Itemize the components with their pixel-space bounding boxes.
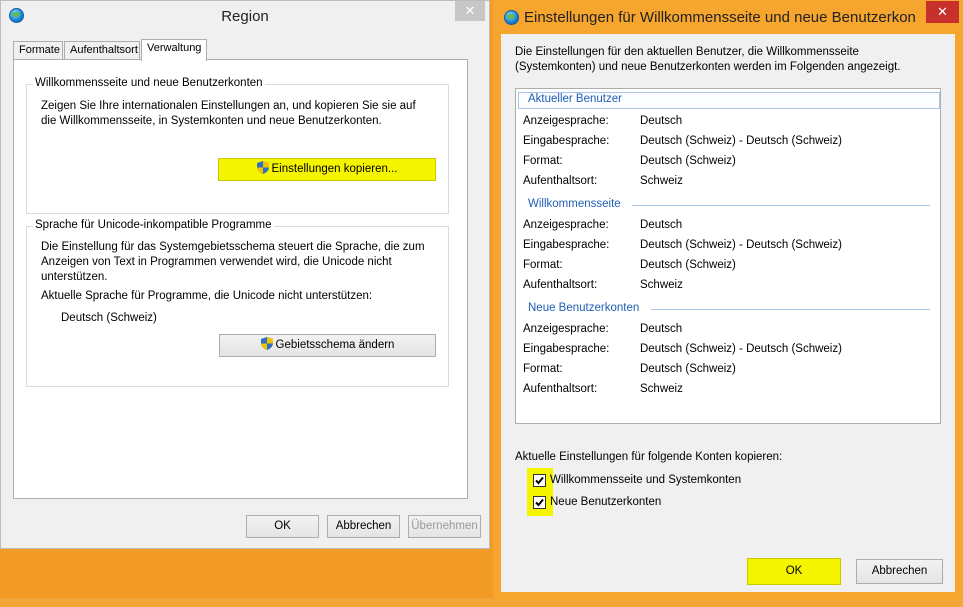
section-divider — [651, 309, 930, 310]
row-label: Format: — [523, 155, 563, 167]
row-label: Anzeigesprache: — [523, 219, 609, 231]
verwaltung-panel: Willkommensseite und neue Benutzerkonten… — [13, 59, 468, 499]
unicode-description-line1: Die Einstellung für das Systemgebietssch… — [41, 241, 425, 253]
dialog-ok-button[interactable]: OK — [747, 558, 841, 585]
row-label: Format: — [523, 259, 563, 271]
apply-button[interactable]: Übernehmen — [408, 515, 481, 538]
uac-shield-icon — [256, 161, 269, 174]
unicode-group: Sprache für Unicode-inkompatible Program… — [26, 219, 449, 387]
checkmark-icon — [535, 498, 544, 507]
row-value: Schweiz — [640, 175, 683, 187]
unicode-description-line2: Anzeigen von Text in Programmen verwende… — [41, 256, 392, 268]
copy-settings-dialog: Einstellungen für Willkommensseite und n… — [493, 0, 963, 600]
tab-verwaltung[interactable]: Verwaltung — [141, 39, 207, 61]
ok-button[interactable]: OK — [246, 515, 319, 538]
current-language-label: Aktuelle Sprache für Programme, die Unic… — [41, 290, 373, 302]
window-title: Region — [221, 8, 269, 25]
row-label: Eingabesprache: — [523, 135, 610, 147]
welcome-description-line2: die Willkommensseite, in Systemkonten un… — [41, 115, 382, 127]
row-value: Deutsch (Schweiz) - Deutsch (Schweiz) — [640, 239, 842, 251]
row-value: Deutsch (Schweiz) — [640, 155, 736, 167]
intro-line2: (Systemkonten) und neue Benutzerkonten w… — [515, 61, 901, 73]
dialog-cancel-button[interactable]: Abbrechen — [856, 559, 943, 584]
copy-to-label: Aktuelle Einstellungen für folgende Kont… — [515, 451, 783, 463]
row-value: Deutsch (Schweiz) - Deutsch (Schweiz) — [640, 135, 842, 147]
new-accounts-checkbox[interactable] — [533, 496, 546, 509]
region-window: Region ✕ Formate Aufenthaltsort Verwaltu… — [0, 0, 490, 549]
intro-line1: Die Einstellungen für den aktuellen Benu… — [515, 46, 859, 58]
settings-summary-box: Aktueller Benutzer Anzeigesprache: Deuts… — [515, 88, 941, 424]
close-icon[interactable]: ✕ — [926, 1, 959, 23]
tab-aufenthaltsort[interactable]: Aufenthaltsort — [64, 41, 140, 60]
row-value: Deutsch (Schweiz) - Deutsch (Schweiz) — [640, 343, 842, 355]
uac-shield-icon — [260, 337, 273, 350]
current-language-value: Deutsch (Schweiz) — [61, 312, 157, 324]
dialog-titlebar[interactable]: Einstellungen für Willkommensseite und n… — [493, 0, 963, 34]
section-heading: Neue Benutzerkonten — [528, 302, 640, 314]
row-label: Aufenthaltsort: — [523, 279, 598, 291]
welcome-group: Willkommensseite und neue Benutzerkonten… — [26, 77, 449, 214]
row-label: Eingabesprache: — [523, 239, 610, 251]
row-value: Schweiz — [640, 279, 683, 291]
row-label: Anzeigesprache: — [523, 115, 609, 127]
row-value: Deutsch (Schweiz) — [640, 259, 736, 271]
tab-formate[interactable]: Formate — [13, 41, 63, 60]
section-heading: Aktueller Benutzer — [528, 93, 622, 105]
cancel-button[interactable]: Abbrechen — [327, 515, 400, 538]
copy-settings-label: Einstellungen kopieren... — [271, 163, 398, 175]
globe-icon — [504, 10, 519, 25]
change-locale-button[interactable]: Gebietsschema ändern — [219, 334, 436, 357]
row-value: Deutsch — [640, 219, 683, 231]
section-heading: Willkommensseite — [528, 198, 621, 210]
row-value: Schweiz — [640, 383, 683, 395]
change-locale-label: Gebietsschema ändern — [275, 339, 395, 351]
row-label: Eingabesprache: — [523, 343, 610, 355]
checkmark-icon — [535, 476, 544, 485]
close-icon[interactable]: ✕ — [455, 1, 485, 21]
section-divider — [632, 205, 930, 206]
row-label: Anzeigesprache: — [523, 323, 609, 335]
new-accounts-label[interactable]: Neue Benutzerkonten — [550, 495, 661, 510]
region-titlebar[interactable]: Region ✕ — [1, 1, 489, 32]
welcome-system-checkbox[interactable] — [533, 474, 546, 487]
row-label: Format: — [523, 363, 563, 375]
welcome-group-title: Willkommensseite und neue Benutzerkonten — [33, 77, 265, 89]
welcome-description-line1: Zeigen Sie Ihre internationalen Einstell… — [41, 100, 416, 112]
unicode-group-title: Sprache für Unicode-inkompatible Program… — [33, 219, 274, 231]
welcome-system-label[interactable]: Willkommensseite und Systemkonten — [550, 473, 741, 488]
row-label: Aufenthaltsort: — [523, 383, 598, 395]
row-value: Deutsch (Schweiz) — [640, 363, 736, 375]
copy-settings-button[interactable]: Einstellungen kopieren... — [218, 158, 436, 181]
unicode-description-line3: unterstützen. — [41, 271, 108, 283]
row-value: Deutsch — [640, 115, 683, 127]
dialog-title: Einstellungen für Willkommensseite und n… — [524, 9, 916, 26]
row-label: Aufenthaltsort: — [523, 175, 598, 187]
row-value: Deutsch — [640, 323, 683, 335]
dialog-body: Die Einstellungen für den aktuellen Benu… — [501, 34, 955, 592]
